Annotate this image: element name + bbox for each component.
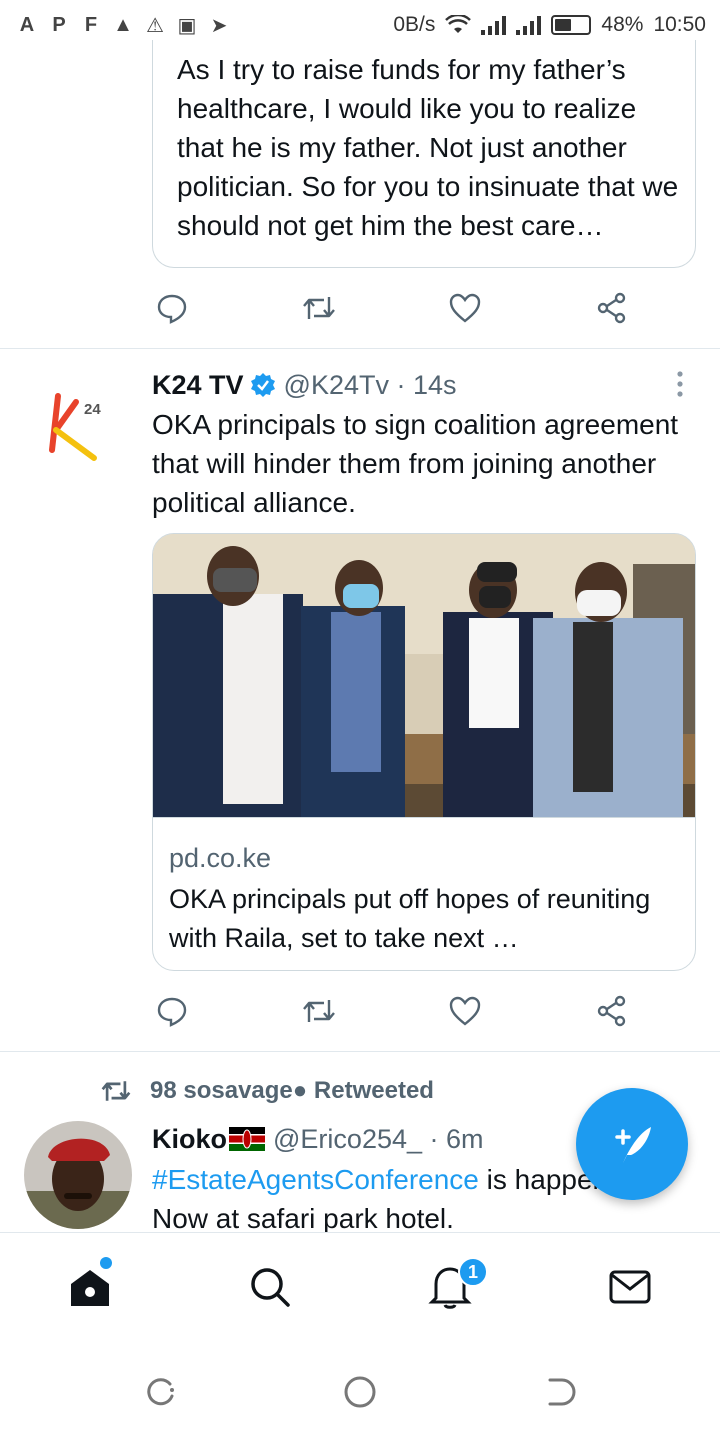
compose-icon (615, 1127, 651, 1163)
tweet-actions (152, 991, 632, 1031)
nav-home[interactable] (66, 1263, 114, 1311)
link-preview-card[interactable]: pd.co.ke OKA principals put off hopes of… (152, 533, 696, 971)
author-name[interactable]: Kioko (152, 1124, 227, 1155)
back-button[interactable] (542, 1374, 578, 1410)
system-navigation-bar (0, 1342, 720, 1440)
net-speed: 0B/s (393, 13, 436, 36)
bottom-navigation: 1 (0, 1232, 720, 1342)
share-button[interactable] (592, 288, 632, 328)
notification-badge: 1 (458, 1257, 488, 1287)
battery-percent: 48% (601, 13, 644, 36)
tweet-text-part: Now at safari park hotel. (152, 1203, 454, 1232)
k24-avatar[interactable]: 24 (44, 388, 110, 468)
link-preview-image (153, 534, 695, 818)
avatar[interactable] (24, 1121, 132, 1229)
clock: 10:50 (653, 13, 706, 36)
reply-button[interactable] (152, 991, 192, 1031)
quoted-tweet-text: As I try to raise funds for my father’s … (177, 54, 679, 241)
author-name[interactable]: K24 TV (152, 370, 244, 401)
wifi-icon (445, 15, 472, 33)
divider (0, 348, 720, 349)
reply-icon (157, 294, 187, 324)
messages-icon (609, 1270, 651, 1304)
notification-icon: ➤ (210, 14, 228, 37)
author-handle[interactable]: @K24Tv · 14s (284, 370, 457, 401)
tweet-header: Kioko @Erico254_ · 6m (152, 1120, 484, 1158)
reply-icon (157, 997, 187, 1027)
retweet-button[interactable] (299, 288, 339, 328)
like-icon (450, 996, 481, 1026)
notification-icon: ⚠ (146, 14, 164, 37)
retweet-icon (302, 1000, 335, 1022)
retweet-context[interactable]: 98 sosavage● Retweeted (100, 1074, 434, 1108)
hashtag-link[interactable]: #EstateAgentsConference (152, 1164, 479, 1195)
share-icon (597, 995, 626, 1027)
new-tweets-dot (100, 1257, 112, 1269)
recents-button[interactable] (142, 1374, 178, 1410)
more-button[interactable] (668, 368, 692, 404)
share-icon (597, 292, 626, 324)
notification-icon: ▲ (113, 13, 133, 36)
reply-button[interactable] (152, 288, 192, 328)
notification-icons: A P F ▲ ⚠ ▣ ➤ (16, 13, 230, 37)
circle-home-icon (344, 1376, 376, 1408)
tweet-header: K24 TV @K24Tv · 14s (152, 366, 457, 404)
retweet-icon (101, 1081, 131, 1101)
quoted-tweet-card[interactable]: As I try to raise funds for my father’s … (152, 40, 696, 268)
tweet-actions (152, 288, 632, 328)
nav-search[interactable] (246, 1263, 294, 1311)
more-icon (677, 371, 683, 397)
like-button[interactable] (445, 991, 485, 1031)
notification-icon: A (19, 13, 35, 36)
author-handle[interactable]: @Erico254_ · 6m (273, 1124, 484, 1155)
recents-icon (147, 1378, 174, 1406)
kenya-flag-icon (229, 1127, 266, 1151)
search-icon (251, 1268, 290, 1307)
battery-icon (551, 15, 592, 35)
notification-icon: ▣ (177, 14, 197, 37)
notification-icon: F (84, 13, 98, 36)
share-button[interactable] (592, 991, 632, 1031)
compose-tweet-button[interactable] (576, 1088, 688, 1200)
link-domain: pd.co.ke (169, 843, 272, 873)
notification-icon: P (52, 13, 66, 36)
k24-logo-icon: 24 (49, 393, 101, 461)
link-headline: OKA principals put off hopes of reunitin… (169, 884, 651, 953)
signal-icon (516, 15, 542, 35)
divider (0, 1051, 720, 1052)
tweet-text: OKA principals to sign coalition agreeme… (152, 409, 679, 518)
back-icon (548, 1378, 576, 1406)
like-button[interactable] (445, 288, 485, 328)
home-system-button[interactable] (342, 1374, 378, 1410)
retweet-button[interactable] (299, 991, 339, 1031)
retweet-icon (302, 297, 335, 319)
svg-text:24: 24 (84, 401, 101, 418)
like-icon (450, 293, 481, 323)
nav-messages[interactable] (606, 1263, 654, 1311)
verified-icon (250, 373, 275, 397)
home-icon (71, 1270, 109, 1306)
retweeted-by-label: 98 sosavage● Retweeted (150, 1077, 434, 1104)
signal-icon (481, 15, 507, 35)
